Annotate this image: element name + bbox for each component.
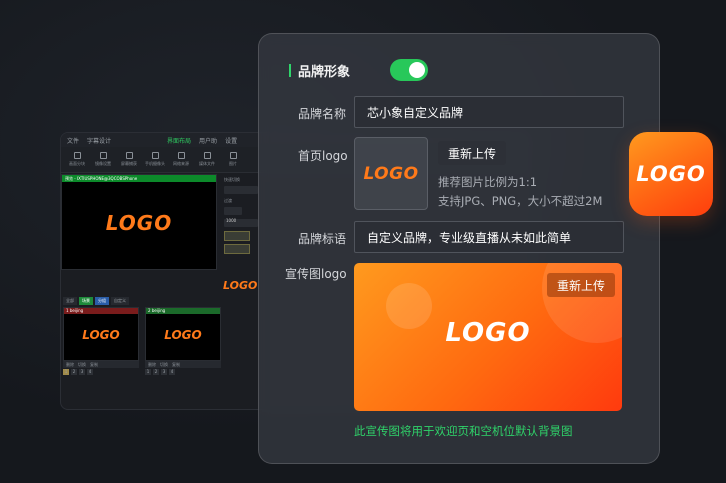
banner-logo: LOGO (445, 318, 531, 348)
slogan-value: 自定义品牌，专业级直播从未如此简单 (367, 230, 572, 245)
scene-number[interactable]: 4 (169, 369, 175, 375)
scene-controls: 删除 切换 复制 (145, 361, 221, 368)
slogan-field[interactable]: 自定义品牌，专业级直播从未如此简单 (354, 221, 624, 253)
scene-tab-scene[interactable]: 场景 (79, 297, 93, 305)
format-hint: 支持JPG、PNG，大小不超过2M (438, 194, 603, 208)
scene-number[interactable]: 1 (63, 369, 69, 375)
network-icon (177, 152, 185, 159)
scene-switch[interactable]: 切换 (78, 361, 86, 368)
ratio-hint: 推荐图片比例为1:1 (438, 175, 538, 189)
preview-logo: LOGO (105, 211, 173, 235)
banner-note: 此宣传图将用于欢迎页和空机位默认背景图 (354, 424, 573, 438)
tool-split[interactable]: 画面分块 (65, 152, 89, 167)
side-label: 过渡 (224, 198, 232, 203)
tool-media-file[interactable]: 媒体文件 (195, 152, 219, 167)
image-icon (229, 152, 237, 159)
menu-layout[interactable]: 界面布局 (167, 136, 191, 145)
menu-help[interactable]: 用户助 (199, 136, 217, 145)
app-logo-icon: LOGO (629, 132, 713, 216)
homepage-logo-preview: LOGO (363, 163, 419, 184)
overlay-logo: LOGO (223, 279, 258, 292)
banner-logo-label: 宣传图logo (285, 267, 347, 281)
duration-field[interactable]: 1000 (224, 207, 242, 223)
mirror-icon (99, 152, 107, 159)
scene-switch[interactable]: 切换 (160, 361, 168, 368)
app-icon-text: LOGO (636, 162, 706, 186)
tool-label: 镜像设置 (95, 161, 111, 166)
scene-logo: LOGO (82, 328, 120, 342)
scene-delete[interactable]: 删除 (148, 361, 156, 368)
banner-reupload-button[interactable]: 重新上传 (547, 273, 616, 297)
duration-value: 1000 (226, 218, 237, 223)
side-label: 快速切换 (224, 177, 240, 182)
tool-label: 手机摄像头 (145, 161, 165, 166)
scene-number-row: 1 2 3 4 (63, 369, 139, 375)
scene-thumbnail[interactable]: 1 beijing LOGO (63, 307, 139, 361)
transition-select[interactable] (224, 186, 258, 194)
banner-image-upload[interactable]: LOGO 重新上传 (354, 263, 622, 411)
scene-copy[interactable]: 复制 (172, 361, 180, 368)
slogan-label: 品牌标语 (298, 232, 347, 246)
reupload-button[interactable]: 重新上传 (438, 141, 507, 165)
brand-name-field[interactable]: 芯小象自定义品牌 (354, 96, 624, 128)
scene-copy[interactable]: 复制 (90, 361, 98, 368)
scene-number[interactable]: 3 (79, 369, 85, 375)
tool-network-source[interactable]: 网络来源 (169, 152, 193, 167)
control-button[interactable] (224, 244, 250, 254)
scene-delete[interactable]: 删除 (66, 361, 74, 368)
scene-tabs: 全部 场景 分组 自定义 (61, 297, 129, 305)
scene-title: 1 beijing (64, 308, 138, 314)
menu-file[interactable]: 文件 (67, 136, 79, 145)
scene-number[interactable]: 2 (71, 369, 77, 375)
tool-label: 画面分块 (69, 161, 85, 166)
scene-number[interactable]: 3 (161, 369, 167, 375)
scene-number-row: 1 2 3 4 (145, 369, 221, 375)
card-title: 品牌形象 (298, 65, 351, 80)
title-accent-bar (289, 64, 291, 77)
scene-tab-all[interactable]: 全部 (63, 297, 77, 305)
scene-tab-group[interactable]: 分组 (95, 297, 109, 305)
homepage-logo-label: 首页logo (298, 149, 348, 163)
control-button[interactable] (224, 231, 250, 241)
brand-name-label: 品牌名称 (298, 107, 347, 121)
scene-title: 2 beijing (146, 308, 220, 314)
card-header: 品牌形象 (289, 59, 428, 81)
brand-name-value: 芯小象自定义品牌 (367, 105, 464, 120)
tool-image[interactable]: 图片 (221, 152, 245, 167)
side-controls: 快速切换 过渡 1000 (224, 177, 258, 257)
brand-settings-card: 品牌形象 品牌名称 芯小象自定义品牌 首页logo LOGO 重新上传 推荐图片… (258, 33, 660, 464)
homepage-logo-upload[interactable]: LOGO (354, 137, 428, 210)
tool-label: 网络来源 (173, 161, 189, 166)
scene-thumbnail[interactable]: 2 beijing LOGO (145, 307, 221, 361)
tool-screen-capture[interactable]: 屏幕捕获 (117, 152, 141, 167)
scene-controls: 删除 切换 复制 (63, 361, 139, 368)
scene-number[interactable]: 4 (87, 369, 93, 375)
brand-toggle[interactable] (390, 59, 428, 81)
scene-logo: LOGO (164, 328, 202, 342)
tool-label: 图片 (229, 161, 237, 166)
split-icon (73, 152, 81, 159)
preview-header: 预览 - IXTIUSPHONE@3QCOBSPhone (62, 175, 216, 182)
scene-tab-custom[interactable]: 自定义 (111, 297, 129, 305)
preview-panel: 预览 - IXTIUSPHONE@3QCOBSPhone LOGO (61, 174, 217, 270)
monitor-icon (125, 152, 133, 159)
stage: 文件 字幕设计 界面布局 用户助 设置 画面分块 镜像设置 屏幕捕获 手机摄像头… (0, 0, 726, 483)
scene-number[interactable]: 2 (153, 369, 159, 375)
toggle-knob (409, 62, 425, 78)
menu-subtitle[interactable]: 字幕设计 (87, 136, 111, 145)
scene-number[interactable]: 1 (145, 369, 151, 375)
menu-settings[interactable]: 设置 (225, 136, 237, 145)
camera-icon (151, 152, 159, 159)
tool-mirror[interactable]: 镜像设置 (91, 152, 115, 167)
media-icon (203, 152, 211, 159)
tool-phone-camera[interactable]: 手机摄像头 (143, 152, 167, 167)
tool-label: 屏幕捕获 (121, 161, 137, 166)
tool-label: 媒体文件 (199, 161, 215, 166)
